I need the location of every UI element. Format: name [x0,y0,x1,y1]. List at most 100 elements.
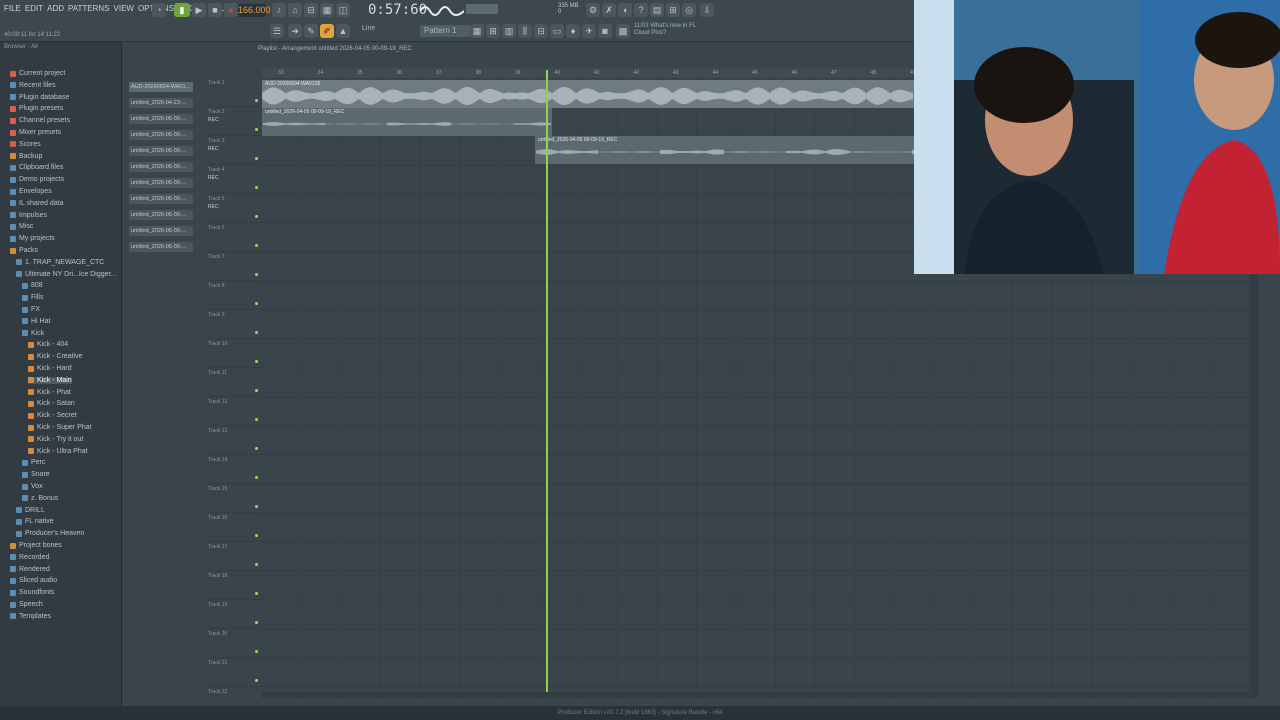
audio-clip[interactable]: untitled_2026-04-05 00-09-19_REC [535,136,915,164]
track-enable-dot[interactable] [255,650,258,653]
browser-item[interactable]: Perc [22,459,45,466]
channel-picker-item[interactable]: untitled_2026-05-00-... [129,114,193,124]
track-enable-dot[interactable] [255,215,258,218]
gear-icon[interactable]: ⚙ [586,3,600,17]
channel-picker-item[interactable]: untitled_2026-05-00-... [129,210,193,220]
track-header[interactable]: Track 8 [206,281,262,310]
browser-item[interactable]: Kick - Secret [28,412,77,419]
track-enable-dot[interactable] [255,302,258,305]
track-enable-dot[interactable] [255,418,258,421]
tool-icon[interactable]: ⊟ [304,3,318,17]
piano-roll-icon[interactable]: ▥ [502,24,516,38]
timeline-ruler[interactable]: 33 34 35 36 37 38 39 40 41 42 43 44 45 46 47 48 49 [262,68,916,78]
chat-icon[interactable]: ◎ [682,3,696,17]
track-header[interactable]: Track 13 [206,426,262,455]
track-enable-dot[interactable] [255,447,258,450]
browser-item[interactable]: Hi Hat [22,318,50,325]
browser-item[interactable]: Demo projects [10,176,64,183]
browser-item[interactable]: FL native [16,518,54,525]
browser-item[interactable]: 808 [22,282,43,289]
browser-item[interactable]: Plugin presets [10,105,63,112]
channel-picker-item[interactable]: untitled_2026-05-00-... [129,194,193,204]
track-enable-dot[interactable] [255,621,258,624]
master-volume-slider[interactable] [466,4,498,14]
browser-item[interactable]: DRILL [16,507,45,514]
track-header[interactable]: Track 4 REC [206,165,262,194]
track-header[interactable]: Track 10 [206,339,262,368]
track-enable-dot[interactable] [255,476,258,479]
channel-picker-item[interactable]: untitled_2026-05-00-... [129,178,193,188]
song-time-display[interactable]: 0:57:60 [368,2,427,18]
browser-item[interactable]: Producer's Heaven [16,530,84,537]
paint-icon[interactable]: ✐ [320,24,334,38]
browser-item[interactable]: Kick - Main [28,376,72,384]
browser-item[interactable]: Channel presets [10,117,70,124]
pattern-song-toggle[interactable]: ▮ [174,3,190,17]
browser-item[interactable]: Kick - Try it out [28,436,83,443]
track-enable-dot[interactable] [255,505,258,508]
horizontal-scrollbar[interactable] [262,692,1250,698]
download-icon[interactable]: ⇩ [700,3,714,17]
news-icon[interactable]: ▩ [616,24,630,38]
menu-item[interactable]: FILE [4,4,21,13]
browser-item[interactable]: Plugin database [10,94,69,101]
browser-item[interactable]: Kick - Phat [28,389,71,396]
browser-item[interactable]: Mixer presets [10,129,61,136]
plugin-icon[interactable]: ▭ [550,24,564,38]
menu-item[interactable]: VIEW [114,4,134,13]
channel-picker-item[interactable]: untitled_2026-04-23-... [129,98,193,108]
browser-item[interactable]: z. Bonus [22,495,58,502]
stop-button[interactable]: ■ [208,3,222,17]
track-header[interactable]: Track 15 [206,484,262,513]
browser-item[interactable]: Templates [10,613,51,620]
browser-item[interactable]: Kick [22,330,44,337]
channel-picker-item[interactable]: untitled_2026-05-00-... [129,146,193,156]
tool-icon[interactable]: ⌂ [288,3,302,17]
track-header[interactable]: Track 2 REC [206,107,262,136]
menu-item[interactable]: EDIT [25,4,43,13]
track-enable-dot[interactable] [255,99,258,102]
track-enable-dot[interactable] [255,563,258,566]
save-icon[interactable]: ▤ [650,3,664,17]
channel-picker-item[interactable]: untitled_2026-05-00-... [129,162,193,172]
track-header[interactable]: Track 1 [206,78,262,107]
track-enable-dot[interactable] [255,360,258,363]
track-enable-dot[interactable] [255,244,258,247]
browser-item[interactable]: Clipboard files [10,164,63,171]
track-header[interactable]: Track 18 [206,571,262,600]
cloud-icon[interactable]: ✈ [582,24,596,38]
audio-clip[interactable]: AUD-20260604-WA0128 [262,80,914,108]
channel-picker-item[interactable]: untitled_2026-05-00-... [129,226,193,236]
audio-clip[interactable]: untitled_2026-04-05 00-09-19_REC [262,108,552,136]
browser-item[interactable]: Speech [10,601,43,608]
help-icon[interactable]: ? [634,3,648,17]
track-enable-dot[interactable] [255,186,258,189]
browser-item[interactable]: Current project [10,70,65,77]
browser-item[interactable]: Project bones [10,542,62,549]
track-header[interactable]: Track 7 [206,252,262,281]
browser-item[interactable]: Kick - Ultra Phat [28,448,88,455]
browser-item[interactable]: Kick - 404 [28,341,68,348]
channel-picker-item[interactable]: untitled_2026-05-00-... [129,242,193,252]
menu-item[interactable]: ADD [47,4,64,13]
tool-icon[interactable]: ♪ [272,3,286,17]
metronome-icon[interactable]: ◔ [152,3,166,17]
menu-icon[interactable]: ☰ [270,24,284,38]
track-header[interactable]: Track 5 REC [206,194,262,223]
browser-item[interactable]: Snare [22,471,50,478]
browser-item[interactable]: Misc [10,223,33,230]
browser-item[interactable]: Scores [10,141,41,148]
track-enable-dot[interactable] [255,128,258,131]
track-header[interactable]: Track 11 [206,368,262,397]
track-header[interactable]: Track 9 [206,310,262,339]
browser-item[interactable]: IL shared data [10,200,64,207]
wrench-icon[interactable]: ✗ [602,3,616,17]
browser-item[interactable]: Packs [10,247,38,254]
browser-item[interactable]: Ultimate NY Dri...Ice Digger... [16,271,116,278]
browser-item[interactable]: My projects [10,235,55,242]
menu-item[interactable]: PATTERNS [68,4,109,13]
track-header[interactable]: Track 3 REC [206,136,262,165]
browser-icon[interactable]: ⊟ [534,24,548,38]
track-header[interactable]: Track 6 [206,223,262,252]
record-button[interactable]: ● [224,3,238,17]
